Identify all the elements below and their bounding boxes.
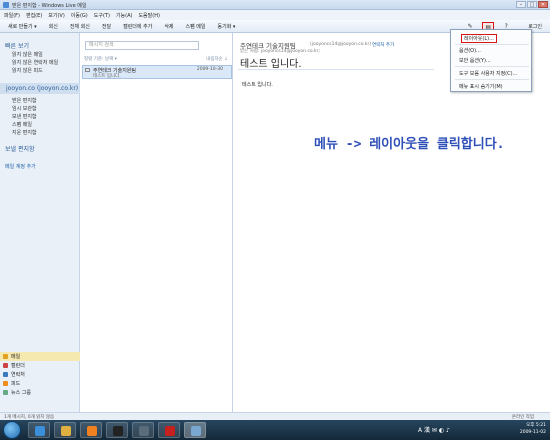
search-input[interactable]: 메시지 검색: [85, 41, 199, 50]
sender-address: (jooyoncs14@jooyon.co.kr): [310, 42, 372, 47]
menu-item-options[interactable]: 옵션(O)...: [459, 47, 481, 54]
menu-item-security-options[interactable]: 보안 옵션(Y)...: [459, 57, 491, 64]
add-account-link[interactable]: 메일 계정 추가: [5, 163, 36, 170]
account-header[interactable]: jooyon.co (jooyon.co.kr): [0, 83, 80, 94]
mail-app-icon: [3, 2, 9, 8]
clock-time: 오후 5:21: [526, 423, 546, 428]
close-button[interactable]: ✕: [538, 1, 548, 8]
add-contact-link[interactable]: 연락처 추가: [372, 42, 394, 48]
title-bar: 받은 편지함 - Windows Live 메일 – □ ✕: [0, 0, 550, 10]
nav-contacts[interactable]: 연락처: [0, 370, 80, 379]
menu-separator: [455, 66, 529, 67]
menu-file[interactable]: 파일(F): [4, 12, 20, 19]
taskbar-flash[interactable]: [158, 422, 180, 438]
folder-drafts[interactable]: 임시 보관함: [12, 105, 37, 112]
reply-all-button[interactable]: 전체 회신: [70, 23, 90, 30]
window-title: 받은 편지함 - Windows Live 메일: [12, 3, 87, 9]
folder-inbox[interactable]: 받은 편지함: [12, 97, 37, 104]
calendar-icon: [3, 363, 8, 368]
media-player-icon: [87, 426, 97, 436]
quick-unread-feeds[interactable]: 읽지 않은 피드: [12, 67, 43, 74]
nav-feeds[interactable]: 피드: [0, 379, 80, 388]
list-item[interactable]: 주연테크 기술지원팀 2009-10-30 테스트 입니다.: [82, 65, 232, 79]
sort-bar: 정렬 기준: 날짜 ▾ 내림차순 ↓: [84, 56, 230, 64]
message-date: 2009-10-30: [196, 67, 223, 72]
mail-icon: [3, 354, 8, 359]
menu-separator: [455, 79, 529, 80]
status-bar: 1개 메시지, 0개 읽지 않음 온라인 작업: [0, 412, 550, 420]
maxthon-icon: [139, 426, 149, 436]
newsgroup-icon: [3, 390, 8, 395]
window-controls: – □ ✕: [516, 1, 548, 8]
instruction-annotation: 메뉴 -> 레이아웃을 클릭합니다.: [314, 137, 505, 152]
quick-view-header[interactable]: 빠른 보기: [5, 41, 29, 50]
delete-button[interactable]: 삭제: [164, 23, 173, 30]
explorer-icon: [61, 426, 71, 436]
folder-sent[interactable]: 보낸 편지함: [12, 113, 37, 120]
sync-button[interactable]: 동기화 ▾: [218, 23, 236, 30]
nav-mail[interactable]: 메일: [0, 352, 80, 361]
menu-edit[interactable]: 편집(E): [26, 12, 42, 19]
menu-tools[interactable]: 도구(T): [94, 12, 110, 19]
ie-icon: [35, 426, 45, 436]
taskbar-maxthon[interactable]: [132, 422, 154, 438]
junk-button[interactable]: 스팸 메일: [186, 23, 206, 30]
taskbar-mail[interactable]: [184, 422, 206, 438]
mail-app-icon: [191, 426, 201, 436]
taskbar-media-player[interactable]: [80, 422, 102, 438]
taskbar-explorer[interactable]: [54, 422, 76, 438]
taskbar-ie[interactable]: [28, 422, 50, 438]
feed-icon: [3, 381, 8, 386]
menu-help[interactable]: 도움말(H): [138, 12, 159, 19]
recipient-line: 받는 사람: jooyoncs14@jooyon.co.kr;: [240, 49, 321, 54]
menu-item-show-menu[interactable]: 메뉴 표시 숨기기(M): [459, 83, 503, 90]
sort-order-toggle[interactable]: 내림차순 ↓: [206, 56, 228, 62]
menu-item-layout[interactable]: 레이아웃(L)...: [461, 34, 497, 43]
menu-item-customize-toolbar[interactable]: 도구 모음 사용자 지정(C)...: [459, 70, 517, 77]
nav-feeds-label: 피드: [11, 381, 21, 387]
minimize-button[interactable]: –: [516, 1, 526, 8]
message-body: 테스트 입니다.: [242, 82, 273, 88]
menu-actions[interactable]: 기능(A): [116, 12, 133, 19]
clock[interactable]: 오후 5:21 2009-11-02: [520, 422, 546, 436]
menu-dropdown: 레이아웃(L)... 옵션(O)... 보안 옵션(Y)... 도구 모음 사용…: [450, 29, 532, 92]
flash-icon: [165, 426, 175, 436]
header-divider: [238, 69, 434, 70]
menu-view[interactable]: 보기(V): [48, 12, 65, 19]
contacts-icon: [3, 372, 8, 377]
tray-icons[interactable]: A 漢 ✉ ◐ ♪: [418, 425, 450, 434]
menu-separator: [455, 44, 529, 45]
add-to-calendar-button[interactable]: 캘린더에 추가: [123, 23, 152, 30]
nav-calendar-label: 캘린더: [11, 363, 25, 369]
nav-newsgroups-label: 뉴스 그룹: [11, 390, 31, 396]
reply-button[interactable]: 회신: [49, 23, 58, 30]
taskbar: A 漢 ✉ ◐ ♪ 오후 5:21 2009-11-02: [0, 420, 550, 440]
sort-by-dropdown[interactable]: 정렬 기준: 날짜 ▾: [84, 57, 117, 62]
clock-date: 2009-11-02: [519, 430, 546, 435]
nav-calendar[interactable]: 캘린더: [0, 361, 80, 370]
nav-newsgroups[interactable]: 뉴스 그룹: [0, 388, 80, 397]
messenger-icon: [113, 426, 123, 436]
start-button[interactable]: [3, 421, 21, 439]
message-list-pane: 메시지 검색 정렬 기준: 날짜 ▾ 내림차순 ↓ 주연테크 기술지원팀 200…: [81, 33, 233, 412]
taskbar-messenger[interactable]: [106, 422, 128, 438]
menu-go[interactable]: 이동(G): [71, 12, 88, 19]
nav-contacts-label: 연락처: [11, 372, 25, 378]
nav-mail-label: 메일: [11, 354, 21, 360]
forward-button[interactable]: 전달: [102, 23, 111, 30]
folder-junk[interactable]: 스팸 메일: [12, 121, 32, 128]
message-subject: 테스트 입니다.: [93, 74, 121, 79]
new-button[interactable]: 새로 만들기 ▾: [8, 23, 37, 30]
quick-unread-mail[interactable]: 읽지 않은 메일: [12, 51, 43, 58]
menu-bar: 파일(F) 편집(E) 보기(V) 이동(G) 도구(T) 기능(A) 도움말(…: [0, 10, 550, 20]
folder-deleted[interactable]: 지운 편지함: [12, 129, 37, 136]
folder-outbox[interactable]: 보낼 편지함: [5, 144, 35, 153]
envelope-icon: [85, 68, 90, 72]
message-title: 테스트 입니다.: [240, 59, 302, 70]
maximize-button[interactable]: □: [527, 1, 537, 8]
quick-unread-contacts[interactable]: 읽지 않은 연락처 메일: [12, 59, 58, 66]
bottom-nav: 메일 캘린더 연락처 피드 뉴스 그룹: [0, 352, 80, 412]
